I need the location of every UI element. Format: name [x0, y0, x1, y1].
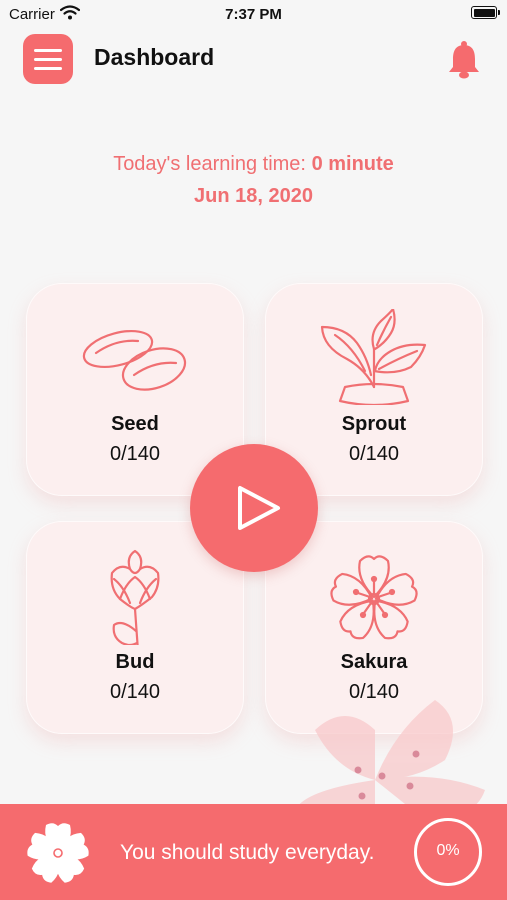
card-name: Bud: [115, 651, 155, 673]
seed-icon: [82, 329, 187, 391]
menu-button[interactable]: [23, 34, 73, 84]
sakura-flower-icon: [25, 823, 91, 885]
clock: 7:37 PM: [225, 6, 282, 23]
hamburger-icon-line: [34, 67, 62, 70]
hamburger-icon-line: [34, 58, 62, 61]
card-count: 0/140: [109, 681, 161, 703]
motivation-message: You should study everyday.: [120, 841, 375, 864]
battery-icon: [471, 6, 500, 19]
bell-icon[interactable]: [446, 40, 482, 80]
status-bar: Carrier 7:37 PM: [0, 0, 507, 28]
card-name: Seed: [111, 413, 159, 435]
play-button[interactable]: [190, 444, 318, 572]
decorative-flower-image: [299, 700, 485, 804]
progress-label: 0%: [436, 842, 460, 859]
learning-time-value: 0 minute: [311, 153, 394, 175]
sprout-icon: [320, 309, 427, 405]
learning-time-label: Today's learning time:: [113, 153, 306, 175]
learning-time: Today's learning time: 0 minute: [0, 153, 507, 176]
current-date: Jun 18, 2020: [194, 185, 313, 207]
daily-progress-ring[interactable]: 0%: [414, 818, 482, 886]
hamburger-icon: [34, 49, 62, 52]
card-name: Sprout: [341, 413, 407, 435]
card-name: Sakura: [340, 651, 408, 673]
footer-bar: You should study everyday. 0%: [0, 804, 507, 900]
play-icon: [238, 486, 280, 530]
page-title: Dashboard: [94, 44, 215, 70]
